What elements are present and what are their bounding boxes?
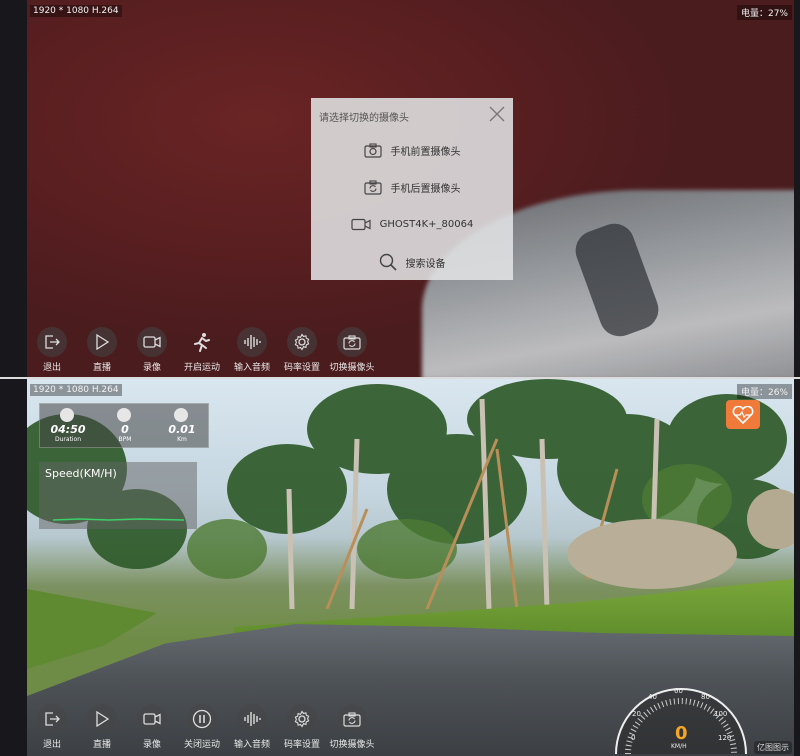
stats-panel: 04:50 Duration 0 BPM 0.01 Km [39, 403, 209, 448]
stat-unit: Duration [54, 436, 82, 443]
stat-value: 0.01 [168, 423, 196, 436]
camera-switch-icon [343, 711, 361, 727]
camera-select-dialog: 请选择切换的摄像头 手机前置摄像头 手机后置摄像头 GHOST4K+_80064… [311, 98, 513, 280]
audio-input-label: 输入音频 [233, 740, 270, 750]
record-icon [143, 713, 161, 725]
audio-input-button[interactable]: 输入音频 [227, 327, 277, 375]
exit-icon [45, 335, 60, 349]
search-icon [379, 253, 397, 271]
bitrate-settings-label: 码率设置 [283, 740, 320, 750]
stat-value: 04:50 [50, 423, 86, 436]
heart-rate-icon [117, 408, 131, 422]
camera-icon [363, 142, 382, 158]
option-front-camera[interactable]: 手机前置摄像头 [311, 140, 513, 160]
camera-select-screen: 1920 * 1080 H.264 电量：27% 请选择切换的摄像头 手机前置摄… [0, 0, 800, 377]
start-sport-button[interactable]: 开启运动 [177, 327, 227, 375]
option-label: GHOST4K+_80064 [379, 218, 474, 230]
rock [567, 519, 737, 589]
speed-chart: Speed(KM/H) [39, 462, 197, 529]
heart-rate-button[interactable] [726, 400, 760, 429]
pause-icon [192, 709, 212, 729]
stat-distance: 0.01 Km [154, 404, 210, 449]
bitrate-settings-button[interactable]: 码率设置 [277, 327, 327, 375]
play-icon [96, 334, 109, 350]
audio-icon [244, 335, 261, 349]
option-label: 手机前置摄像头 [390, 146, 461, 158]
stop-sport-button[interactable]: 关闭运动 [177, 704, 227, 752]
camera-switch-icon [343, 334, 361, 350]
battery-label: 电量：27% [736, 5, 792, 20]
battery-label: 电量：26% [736, 384, 792, 399]
bitrate-settings-label: 码率设置 [283, 363, 320, 373]
gear-icon [294, 710, 310, 728]
exit-label: 退出 [42, 363, 61, 373]
record-button[interactable]: 录像 [127, 327, 177, 375]
audio-icon [244, 712, 261, 726]
option-ghost-camera[interactable]: GHOST4K+_80064 [311, 214, 513, 234]
audio-input-button[interactable]: 输入音频 [227, 704, 277, 752]
gear-icon [294, 333, 310, 351]
heart-icon [732, 405, 754, 424]
start-sport-label: 开启运动 [183, 363, 220, 373]
record-icon [143, 336, 161, 348]
exit-icon [45, 712, 60, 726]
bitrate-settings-button[interactable]: 码率设置 [277, 704, 327, 752]
exit-button[interactable]: 退出 [27, 704, 77, 752]
option-label: 手机后置摄像头 [390, 183, 461, 195]
gauge-tick: 60 [674, 687, 683, 695]
stop-sport-label: 关闭运动 [183, 740, 220, 750]
live-label: 直播 [92, 363, 111, 373]
left-edge-bar [0, 0, 27, 377]
gauge-tick: 40 [648, 693, 657, 701]
live-button[interactable]: 直播 [77, 704, 127, 752]
stat-unit: BPM [118, 436, 132, 443]
bottom-toolbar: 退出 直播 录像 开启运动 输入音频 码率设置 切换摄像头 [27, 327, 794, 375]
record-label: 录像 [142, 740, 161, 750]
live-button[interactable]: 直播 [77, 327, 127, 375]
resolution-label: 1920 * 1080 H.264 [30, 384, 122, 396]
video-camera-icon [351, 218, 371, 230]
play-icon [96, 711, 109, 727]
option-rear-camera[interactable]: 手机后置摄像头 [311, 177, 513, 197]
right-edge-bar [794, 379, 800, 756]
switch-camera-label: 切换摄像头 [329, 740, 375, 750]
speed-line [52, 518, 185, 521]
switch-camera-label: 切换摄像头 [329, 363, 375, 373]
close-icon[interactable] [489, 106, 505, 122]
sport-recording-screen: 1920 * 1080 H.264 电量：26% 04:50 Duration … [0, 379, 800, 756]
audio-input-label: 输入音频 [233, 363, 270, 373]
live-label: 直播 [92, 740, 111, 750]
switch-camera-button[interactable]: 切换摄像头 [327, 704, 377, 752]
stat-duration: 04:50 Duration [40, 404, 96, 449]
left-edge-bar [0, 379, 27, 756]
camera-switch-icon [363, 179, 382, 195]
gauge-tick: 80 [701, 693, 710, 701]
stat-value: 0 [121, 423, 129, 436]
distance-icon [174, 408, 188, 422]
option-search-device[interactable]: 搜索设备 [311, 252, 513, 272]
running-icon [194, 333, 210, 352]
record-button[interactable]: 录像 [127, 704, 177, 752]
timer-icon [60, 408, 74, 422]
exit-label: 退出 [42, 740, 61, 750]
exit-button[interactable]: 退出 [27, 327, 77, 375]
record-label: 录像 [142, 363, 161, 373]
dialog-title: 请选择切换的摄像头 [319, 113, 409, 124]
bottom-toolbar: 退出 直播 录像 关闭运动 输入音频 码率设置 切换摄像头 [27, 704, 794, 752]
stat-bpm: 0 BPM [97, 404, 153, 449]
right-edge-bar [794, 0, 800, 377]
switch-camera-button[interactable]: 切换摄像头 [327, 327, 377, 375]
stat-unit: Km [177, 436, 187, 443]
option-label: 搜索设备 [405, 258, 446, 270]
watermark: 亿图图示 [754, 741, 792, 754]
resolution-label: 1920 * 1080 H.264 [30, 5, 122, 17]
